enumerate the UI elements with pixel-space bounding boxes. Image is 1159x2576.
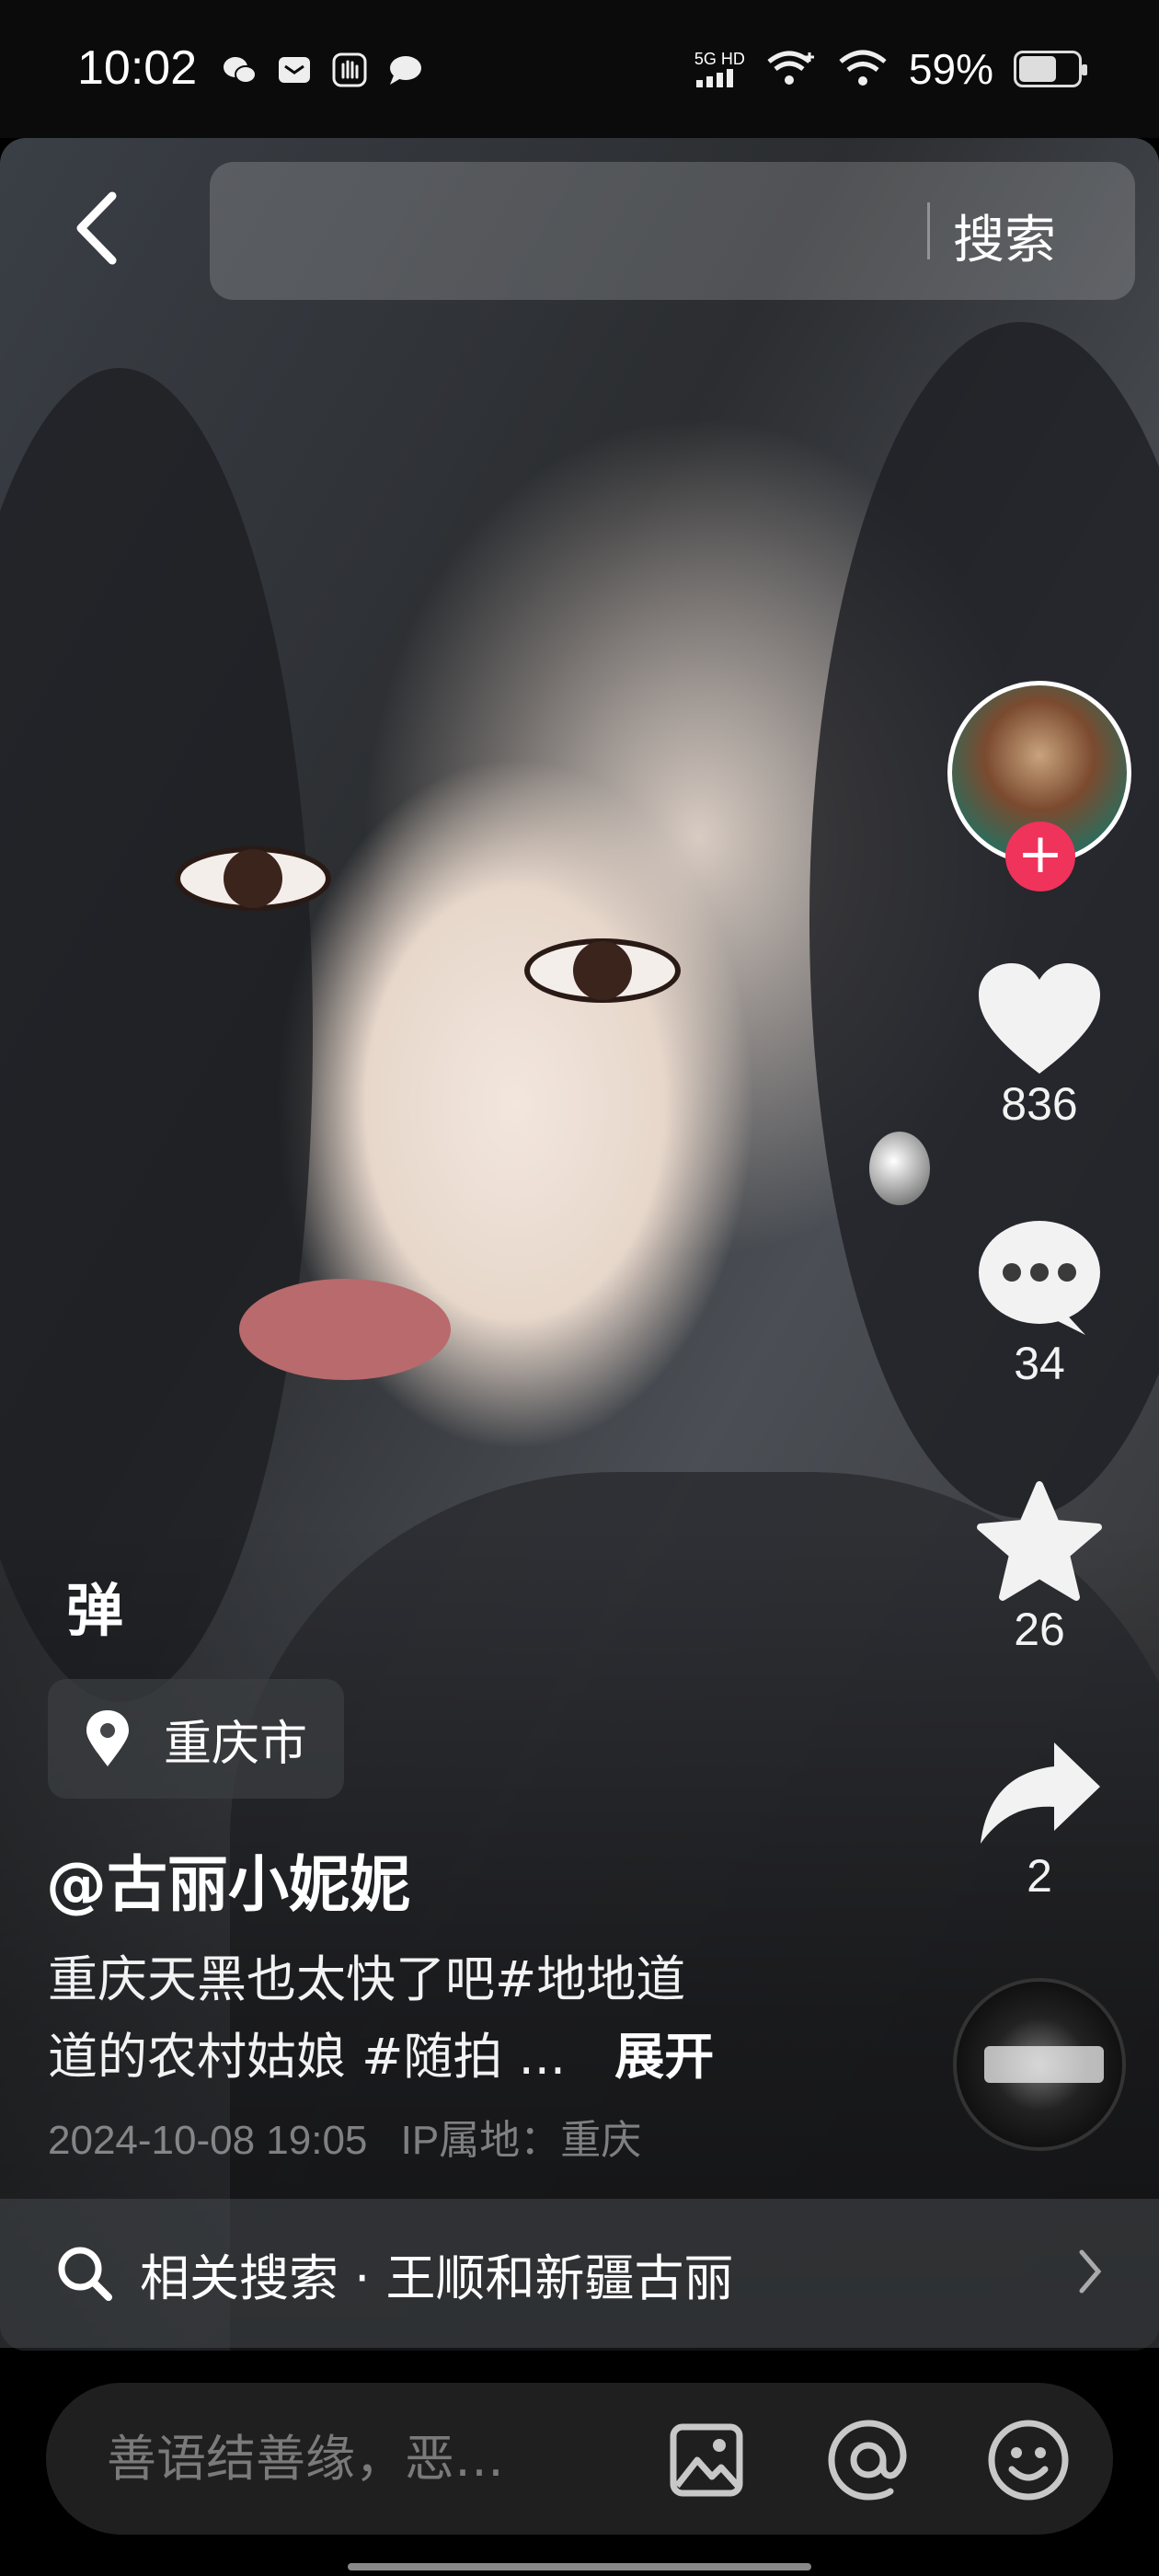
ip-location: IP属地：重庆 <box>400 2118 642 2163</box>
author-name[interactable]: @古丽小妮妮 <box>46 1835 410 1924</box>
home-indicator[interactable] <box>348 2563 811 2570</box>
network-label: 5G HD <box>694 50 745 68</box>
chat-bubble-icon <box>386 52 423 88</box>
like-count: 836 <box>1001 1078 1078 1130</box>
at-icon <box>828 2420 907 2501</box>
status-bar: 10:02 5G HD 59% <box>0 0 1159 138</box>
related-search-text: 相关搜索 · 王顺和新疆古丽 <box>140 2248 734 2307</box>
signal-icon: 5G HD <box>694 51 745 87</box>
danmaku-button[interactable]: 弹 <box>66 1564 123 1647</box>
comment-bubble-icon <box>979 1221 1100 1335</box>
emoji-icon <box>988 2420 1069 2501</box>
favorite-button[interactable]: 26 <box>947 1481 1131 1656</box>
star-icon <box>977 1481 1102 1601</box>
hand-icon <box>331 52 368 88</box>
search-icon <box>58 2247 112 2301</box>
location-pin-icon <box>86 1710 129 1766</box>
wifi-plus-icon <box>767 51 814 85</box>
caption-line-1: 重庆天黑也太快了吧#地地道 <box>48 1950 686 2008</box>
chevron-right-icon <box>1079 2249 1102 2294</box>
search-bar: 搜索 <box>210 162 1135 300</box>
status-right: 5G HD 59% <box>694 44 1087 94</box>
battery-percent: 59% <box>908 45 993 93</box>
like-button[interactable]: 836 <box>947 961 1131 1131</box>
favorite-count: 26 <box>1014 1604 1065 1655</box>
search-button[interactable]: 搜索 <box>953 199 1056 273</box>
message-icon <box>276 52 313 88</box>
image-button[interactable] <box>664 2418 749 2502</box>
wechat-icon <box>221 52 258 88</box>
post-meta: 2024-10-08 19:05 IP属地：重庆 <box>48 2107 641 2166</box>
caption-line-2-text: 道的农村姑娘 #随拍 ... <box>48 2028 567 2086</box>
wifi-icon <box>839 50 887 86</box>
music-disc[interactable] <box>953 1978 1126 2151</box>
back-button[interactable] <box>57 182 134 274</box>
post-datetime: 2024-10-08 19:05 <box>48 2118 368 2163</box>
location-chip[interactable]: 重庆市 <box>48 1679 345 1799</box>
mention-button[interactable] <box>826 2418 911 2502</box>
location-label: 重庆市 <box>164 1716 308 1772</box>
post-caption: 重庆天黑也太快了吧#地地道 道的农村姑娘 #随拍 ... 展开 <box>48 1941 811 2096</box>
heart-icon <box>979 963 1100 1074</box>
notification-icons <box>221 52 423 88</box>
caption-line-2: 道的农村姑娘 #随拍 ... 展开 <box>48 2018 811 2096</box>
image-icon <box>670 2423 743 2497</box>
share-button[interactable]: 2 <box>947 1739 1131 1903</box>
emoji-button[interactable] <box>986 2418 1071 2502</box>
comment-box <box>46 2383 1113 2535</box>
share-arrow-icon <box>981 1742 1100 1844</box>
status-time: 10:02 <box>77 41 198 95</box>
comment-input[interactable] <box>107 2416 622 2501</box>
comment-button[interactable]: 34 <box>947 1219 1131 1390</box>
share-count: 2 <box>1027 1850 1052 1902</box>
comment-bar <box>0 2351 1159 2576</box>
search-divider <box>927 202 930 259</box>
battery-icon <box>1014 51 1087 87</box>
comment-count: 34 <box>1014 1338 1065 1389</box>
related-search-bar[interactable]: 相关搜索 · 王顺和新疆古丽 <box>0 2199 1159 2348</box>
back-arrow-icon <box>76 191 117 265</box>
follow-button[interactable]: + <box>1005 822 1075 891</box>
expand-button[interactable]: 展开 <box>614 2028 714 2086</box>
